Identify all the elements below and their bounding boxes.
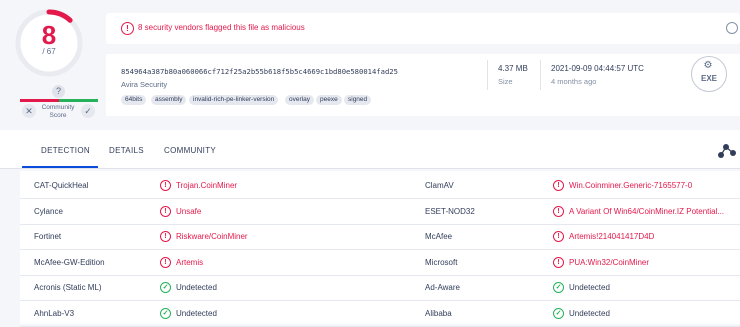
last-analysis-relative: 4 months ago	[551, 77, 597, 86]
last-analysis-date: 2021-09-09 04:44:57 UTC	[551, 64, 644, 73]
reanalyze-icon[interactable]	[726, 22, 738, 34]
graph-icon[interactable]	[713, 139, 740, 163]
detection-result: Trojan.CoinMiner	[176, 181, 238, 190]
tag-overlay[interactable]: overlay	[285, 95, 314, 105]
file-type-glyph: ⚙	[703, 60, 713, 71]
tab-community[interactable]: COMMUNITY	[164, 146, 216, 155]
undetected-result: Undetected	[569, 308, 610, 318]
malicious-icon: !	[553, 231, 564, 242]
detection-total: / 67	[42, 47, 56, 56]
malicious-icon: !	[160, 180, 171, 191]
divider	[487, 60, 488, 90]
community-score-label: Community Score	[37, 104, 79, 120]
vote-harmless-icon[interactable]: ✓	[81, 104, 95, 118]
engine-name: McAfee	[425, 232, 453, 241]
undetected-icon: ✓	[160, 307, 171, 319]
community-score-bar	[20, 99, 98, 102]
tab-details[interactable]: DETAILS	[109, 146, 144, 155]
engine-name: Fortinet	[34, 232, 62, 241]
alert-icon: !	[121, 22, 134, 35]
divider	[540, 60, 541, 90]
engine-name: ClamAV	[425, 181, 454, 190]
engine-name: CAT-QuickHeal	[34, 181, 89, 190]
undetected-icon: ✓	[160, 282, 171, 293]
detection-result: A Variant Of Win64/CoinMiner.IZ Potentia…	[569, 206, 725, 216]
community-label-line2: Score	[49, 112, 67, 119]
file-type-label: EXE	[700, 74, 717, 83]
detection-result: Unsafe	[176, 206, 202, 216]
tag-signed[interactable]: signed	[344, 95, 372, 105]
undetected-result: Undetected	[176, 308, 217, 318]
engine-name: Microsoft	[425, 257, 458, 267]
detection-result: Riskware/CoinMiner	[176, 232, 248, 241]
malicious-icon: !	[160, 256, 171, 268]
engine-name: McAfee-GW-Edition	[34, 257, 105, 267]
alert-text: 8 security vendors flagged this file as …	[138, 23, 305, 32]
file-info-panel	[106, 54, 740, 116]
engine-name: Alibaba	[425, 308, 452, 318]
file-name: Avira Security	[121, 80, 168, 89]
malicious-icon: !	[553, 180, 564, 191]
malicious-icon: !	[553, 256, 564, 268]
undetected-icon: ✓	[553, 307, 564, 319]
tab-detection[interactable]: DETECTION	[41, 146, 90, 155]
undetected-result: Undetected	[176, 283, 217, 292]
tag-assembly[interactable]: assembly	[151, 95, 187, 105]
table-row	[20, 275, 740, 301]
community-label-line1: Community	[41, 104, 75, 111]
engine-name: Ad-Aware	[425, 283, 460, 292]
undetected-result: Undetected	[569, 283, 610, 292]
help-icon[interactable]: ?	[52, 85, 65, 98]
detection-result: Artemis	[176, 257, 204, 267]
tag-64bits[interactable]: 64bits	[121, 95, 147, 105]
engine-name: AhnLab-V3	[34, 308, 75, 318]
detection-result: PUA:Win32/CoinMiner	[569, 257, 650, 267]
file-hash[interactable]: 854964a387b80a060066cf712f25a2b55b618f5b…	[121, 67, 398, 76]
tag-invalid-rich-pe-linker-version[interactable]: invalid-rich-pe-linker-version	[189, 95, 279, 105]
vote-harmful-icon[interactable]: ✕	[22, 104, 36, 118]
detection-result: Artemis!214041417D4D	[569, 232, 655, 241]
engine-name: Acronis (Static ML)	[34, 283, 102, 292]
tag-peexe[interactable]: peexe	[316, 95, 342, 105]
malicious-icon: !	[160, 231, 171, 242]
detection-result: Win.Coinminer.Generic-7165577-0	[569, 181, 693, 190]
file-size-value: 4.37 MB	[498, 64, 528, 73]
tab-separator	[0, 168, 740, 169]
table-row	[20, 301, 740, 327]
undetected-icon: ✓	[553, 282, 564, 293]
engine-name: Cylance	[34, 206, 63, 216]
file-size-label: Size	[498, 77, 513, 86]
malicious-icon: !	[553, 205, 564, 217]
malicious-icon: !	[160, 205, 171, 217]
engine-name: ESET-NOD32	[425, 206, 475, 216]
